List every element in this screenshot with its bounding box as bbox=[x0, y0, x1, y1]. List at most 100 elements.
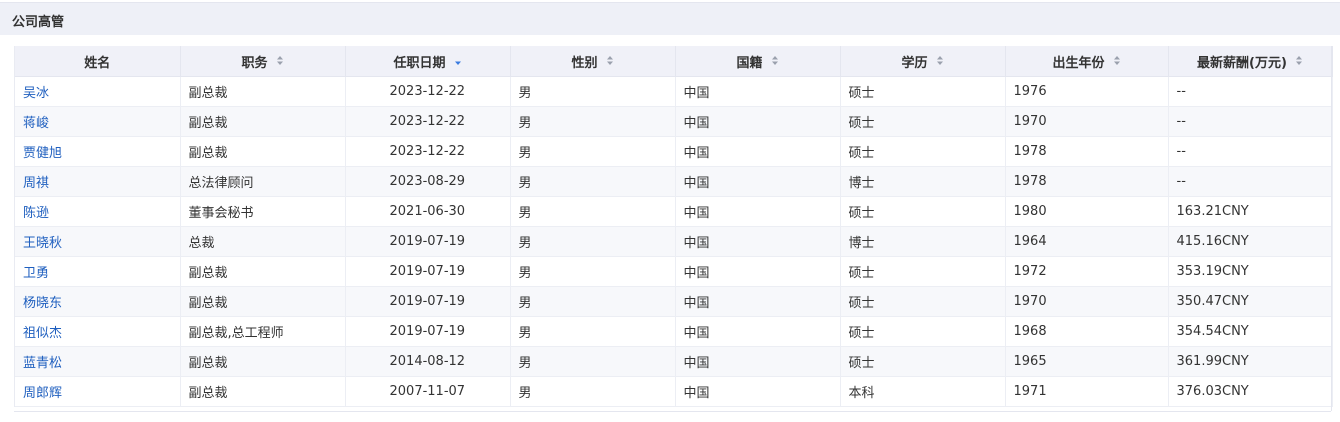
sort-arrows-icon[interactable] bbox=[276, 55, 284, 66]
table-body: 吴冰 副总裁 2023-12-22 男中国 硕士 1976 -- 蒋峻 副总裁 2023-12-2… bbox=[15, 76, 1333, 407]
cell-position: 副总裁 bbox=[180, 286, 346, 317]
cell-gender: 男 bbox=[510, 166, 676, 197]
cell-name[interactable]: 周郎辉 bbox=[15, 376, 181, 407]
cell-latest-salary: 353.19CNY bbox=[1168, 256, 1333, 287]
table-row: 蒋峻 副总裁 2023-12-22 男中国 硕士 1970 -- bbox=[15, 106, 1333, 137]
column-header-education[interactable]: 学历 bbox=[840, 46, 1006, 77]
cell-position: 董事会秘书 bbox=[180, 196, 346, 227]
sort-arrows-icon[interactable] bbox=[771, 55, 779, 66]
column-header-label: 学历 bbox=[901, 55, 928, 71]
cell-birth-year: 1972 bbox=[1005, 256, 1169, 287]
table-row: 祖似杰 副总裁,总工程师 2019-07-19 男中国 硕士 1968 354.54CNY bbox=[15, 316, 1333, 347]
cell-birth-year: 1980 bbox=[1005, 196, 1169, 227]
sort-arrows-icon[interactable] bbox=[1113, 55, 1121, 66]
column-header-label: 性别 bbox=[571, 55, 598, 71]
column-header-label: 最新薪酬(万元) bbox=[1197, 55, 1287, 71]
table-row: 陈逊 董事会秘书 2021-06-30 男中国 硕士 1980 163.21CNY bbox=[15, 196, 1333, 227]
cell-birth-year: 1978 bbox=[1005, 136, 1169, 167]
column-header-label: 出生年份 bbox=[1052, 55, 1105, 71]
cell-position: 副总裁 bbox=[180, 106, 346, 137]
cell-position: 副总裁 bbox=[180, 346, 346, 377]
cell-position: 副总裁 bbox=[180, 136, 346, 167]
cell-start-date: 2021-06-30 bbox=[345, 196, 511, 227]
cell-nationality: 中国 bbox=[675, 76, 841, 107]
cell-name[interactable]: 祖似杰 bbox=[15, 316, 181, 347]
column-header-birth-year[interactable]: 出生年份 bbox=[1005, 46, 1169, 77]
cell-education: 硕士 bbox=[840, 346, 1006, 377]
cell-name[interactable]: 周祺 bbox=[15, 166, 181, 197]
cell-latest-salary: -- bbox=[1168, 136, 1333, 167]
sort-arrows-icon[interactable] bbox=[454, 55, 462, 66]
column-header-label: 任职日期 bbox=[393, 55, 446, 71]
cell-position: 总裁 bbox=[180, 226, 346, 257]
cell-birth-year: 1965 bbox=[1005, 346, 1169, 377]
cell-education: 硕士 bbox=[840, 136, 1006, 167]
cell-education: 硕士 bbox=[840, 286, 1006, 317]
cell-nationality: 中国 bbox=[675, 256, 841, 287]
cell-gender: 男 bbox=[510, 76, 676, 107]
cell-nationality: 中国 bbox=[675, 166, 841, 197]
cell-birth-year: 1976 bbox=[1005, 76, 1169, 107]
cell-education: 硕士 bbox=[840, 76, 1006, 107]
table-row: 周祺 总法律顾问 2023-08-29 男中国 博士 1978 -- bbox=[15, 166, 1333, 197]
cell-latest-salary: 163.21CNY bbox=[1168, 196, 1333, 227]
cell-education: 硕士 bbox=[840, 256, 1006, 287]
cell-name[interactable]: 贾健旭 bbox=[15, 136, 181, 167]
executives-table-wrap: 姓名 职务 任职日期 性别 国籍 学历 出生年份 最新薪酬(万元) 吴冰 副总裁 2023-12-… bbox=[14, 46, 1333, 407]
executives-panel: 公司高管 姓名 职务 任职日期 性别 国籍 学历 出生年份 最新薪酬(万元) 吴冰 副总裁 202… bbox=[0, 0, 1340, 422]
column-header-latest-salary[interactable]: 最新薪酬(万元) bbox=[1168, 46, 1333, 77]
cell-latest-salary: 415.16CNY bbox=[1168, 226, 1333, 257]
cell-name[interactable]: 卫勇 bbox=[15, 256, 181, 287]
cell-start-date: 2023-12-22 bbox=[345, 136, 511, 167]
cell-start-date: 2007-11-07 bbox=[345, 376, 511, 407]
panel-title: 公司高管 bbox=[12, 15, 65, 30]
column-header-position[interactable]: 职务 bbox=[180, 46, 346, 77]
cell-education: 博士 bbox=[840, 226, 1006, 257]
sort-arrows-icon[interactable] bbox=[1295, 55, 1303, 66]
table-row: 杨晓东 副总裁 2019-07-19 男中国 硕士 1970 350.47CNY bbox=[15, 286, 1333, 317]
table-row: 贾健旭 副总裁 2023-12-22 男中国 硕士 1978 -- bbox=[15, 136, 1333, 167]
cell-nationality: 中国 bbox=[675, 196, 841, 227]
cell-nationality: 中国 bbox=[675, 106, 841, 137]
cell-start-date: 2019-07-19 bbox=[345, 286, 511, 317]
cell-name[interactable]: 吴冰 bbox=[15, 76, 181, 107]
column-header-name: 姓名 bbox=[15, 46, 181, 77]
cell-gender: 男 bbox=[510, 316, 676, 347]
table-row: 蓝青松 副总裁 2014-08-12 男中国 硕士 1965 361.99CNY bbox=[15, 346, 1333, 377]
sort-arrows-icon[interactable] bbox=[936, 55, 944, 66]
table-right-border bbox=[1331, 46, 1332, 411]
cell-gender: 男 bbox=[510, 346, 676, 377]
cell-nationality: 中国 bbox=[675, 316, 841, 347]
cell-name[interactable]: 杨晓东 bbox=[15, 286, 181, 317]
cell-start-date: 2019-07-19 bbox=[345, 316, 511, 347]
cell-education: 博士 bbox=[840, 166, 1006, 197]
column-header-label: 职务 bbox=[241, 55, 268, 71]
column-header-start-date[interactable]: 任职日期 bbox=[345, 46, 511, 77]
sort-arrows-icon[interactable] bbox=[606, 55, 614, 66]
cell-start-date: 2019-07-19 bbox=[345, 226, 511, 257]
cell-birth-year: 1970 bbox=[1005, 286, 1169, 317]
cell-birth-year: 1970 bbox=[1005, 106, 1169, 137]
cell-birth-year: 1964 bbox=[1005, 226, 1169, 257]
cell-latest-salary: -- bbox=[1168, 76, 1333, 107]
column-header-gender[interactable]: 性别 bbox=[510, 46, 676, 77]
cell-name[interactable]: 王晓秋 bbox=[15, 226, 181, 257]
cell-nationality: 中国 bbox=[675, 286, 841, 317]
cell-nationality: 中国 bbox=[675, 136, 841, 167]
cell-birth-year: 1968 bbox=[1005, 316, 1169, 347]
cell-position: 副总裁 bbox=[180, 76, 346, 107]
table-row: 周郎辉 副总裁 2007-11-07 男中国 本科 1971 376.03CNY bbox=[15, 376, 1333, 407]
cell-latest-salary: 350.47CNY bbox=[1168, 286, 1333, 317]
cell-gender: 男 bbox=[510, 196, 676, 227]
column-header-nationality[interactable]: 国籍 bbox=[675, 46, 841, 77]
cell-start-date: 2014-08-12 bbox=[345, 346, 511, 377]
cell-latest-salary: -- bbox=[1168, 106, 1333, 137]
cell-position: 总法律顾问 bbox=[180, 166, 346, 197]
cell-birth-year: 1971 bbox=[1005, 376, 1169, 407]
cell-birth-year: 1978 bbox=[1005, 166, 1169, 197]
cell-name[interactable]: 蓝青松 bbox=[15, 346, 181, 377]
cell-education: 硕士 bbox=[840, 196, 1006, 227]
cell-name[interactable]: 蒋峻 bbox=[15, 106, 181, 137]
cell-name[interactable]: 陈逊 bbox=[15, 196, 181, 227]
cell-nationality: 中国 bbox=[675, 226, 841, 257]
